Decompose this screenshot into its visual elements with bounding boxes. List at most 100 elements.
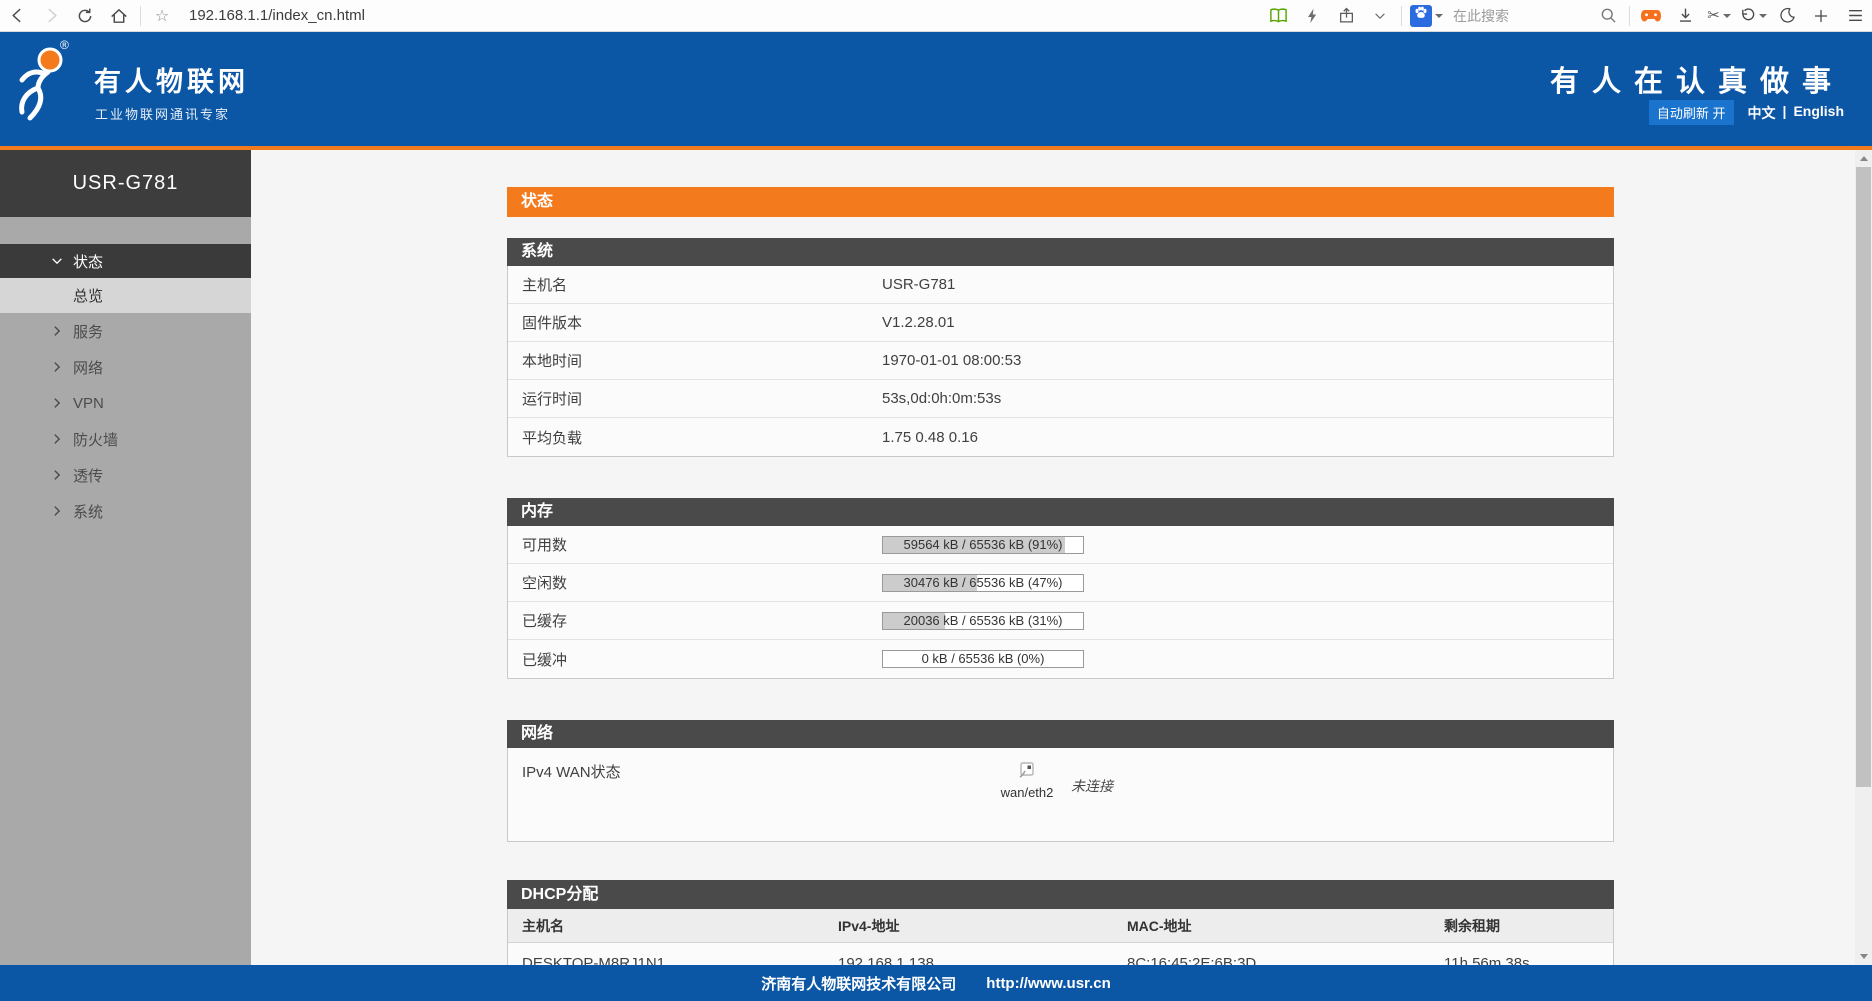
- website-link[interactable]: http://www.usr.cn: [986, 975, 1110, 992]
- section-system-header: 系统: [507, 238, 1614, 266]
- section-dhcp: DHCP分配 主机名 IPv4-地址 MAC-地址 剩余租期 DESKTOP-M…: [507, 880, 1614, 965]
- section-network: 网络 IPv4 WAN状态 wan/et: [507, 720, 1614, 842]
- favorite-star-icon: ☆: [155, 6, 169, 26]
- section-system: 系统 主机名 USR-G781 固件版本 V1.2.28.01 本地时间 197…: [507, 238, 1614, 457]
- favorite-button[interactable]: ☆: [145, 1, 179, 31]
- brand-tagline: 工业物联网通讯专家: [95, 104, 230, 123]
- hamburger-menu-icon: [1847, 8, 1864, 23]
- uptime-value: 53s,0d:0h:0m:53s: [882, 390, 1001, 407]
- chevron-down-icon: [50, 254, 64, 268]
- search-icon: [1600, 7, 1617, 24]
- dhcp-table-header: 主机名 IPv4-地址 MAC-地址 剩余租期: [508, 909, 1613, 943]
- sidebar-item-firewall[interactable]: 防火墙: [0, 421, 251, 457]
- toolbar-divider: [140, 6, 141, 26]
- search-go-button[interactable]: [1591, 1, 1625, 31]
- share-button[interactable]: [1329, 1, 1363, 31]
- lightning-icon: [1305, 8, 1319, 24]
- sidebar-item-passthrough[interactable]: 透传: [0, 457, 251, 493]
- chevron-down-icon: [1373, 9, 1387, 23]
- gamepad-icon: [1640, 7, 1662, 25]
- scrollbar-thumb[interactable]: [1856, 167, 1871, 787]
- dhcp-lease: 11h 56m 38s: [1444, 955, 1613, 965]
- triangle-down-icon: [1860, 954, 1868, 959]
- table-row: 运行时间 53s,0d:0h:0m:53s: [508, 380, 1613, 418]
- moon-icon: [1779, 7, 1796, 24]
- section-dhcp-header: DHCP分配: [507, 880, 1614, 909]
- forward-icon: [43, 7, 60, 24]
- wan-interface-name: wan/eth2: [991, 785, 1063, 800]
- game-center-button[interactable]: [1634, 1, 1668, 31]
- forward-button[interactable]: [34, 1, 68, 31]
- chevron-right-icon: [50, 468, 64, 482]
- toolbar-expand-button[interactable]: [1363, 1, 1397, 31]
- scissors-icon: ✂: [1707, 8, 1720, 23]
- undo-icon: [1739, 7, 1756, 24]
- clip-tool-button[interactable]: ✂: [1702, 1, 1736, 31]
- auto-refresh-toggle[interactable]: 自动刷新 开: [1649, 100, 1734, 125]
- memory-progress-bar: 20036 kB / 65536 kB (31%): [882, 612, 1084, 630]
- scroll-up-button[interactable]: [1855, 150, 1872, 167]
- memory-progress-bar: 59564 kB / 65536 kB (91%): [882, 536, 1084, 554]
- refresh-icon: [76, 7, 94, 25]
- flash-button[interactable]: [1295, 1, 1329, 31]
- wan-status-label: IPv4 WAN状态: [522, 761, 621, 782]
- search-input[interactable]: 在此搜索: [1443, 6, 1591, 26]
- localtime-value: 1970-01-01 08:00:53: [882, 352, 1021, 369]
- wan-status-row: IPv4 WAN状态 wan/eth2 未连接: [508, 748, 1613, 841]
- toolbar-divider: [1629, 6, 1630, 26]
- table-row: 固件版本 V1.2.28.01: [508, 304, 1613, 342]
- back-icon: [9, 7, 26, 24]
- scroll-down-button[interactable]: [1855, 948, 1872, 965]
- reading-view-button[interactable]: [1261, 1, 1295, 31]
- clip-caret-icon: [1723, 14, 1731, 18]
- header-slogan: 有人在认真做事: [1550, 58, 1844, 100]
- undo-button[interactable]: [1736, 1, 1770, 31]
- chevron-right-icon: [50, 504, 64, 518]
- lang-divider: |: [1783, 103, 1787, 123]
- usr-logo: [12, 42, 78, 136]
- dhcp-mac: 8C:16:45:2E:6B:3D: [1127, 955, 1444, 965]
- night-mode-button[interactable]: [1770, 1, 1804, 31]
- memory-progress-bar: 0 kB / 65536 kB (0%): [882, 650, 1084, 668]
- search-engine-caret-icon[interactable]: [1435, 14, 1443, 18]
- plus-icon: [1813, 8, 1829, 24]
- table-row: 空闲数 30476 kB / 65536 kB (47%): [508, 564, 1613, 602]
- section-network-header: 网络: [507, 720, 1614, 748]
- load-average-value: 1.75 0.48 0.16: [882, 429, 978, 446]
- sidebar: USR-G781 状态 总览 服务 网络 VPN 防火墙 透传: [0, 150, 251, 965]
- address-bar[interactable]: 192.168.1.1/index_cn.html: [189, 7, 365, 24]
- lang-en-link[interactable]: English: [1793, 103, 1844, 123]
- home-button[interactable]: [102, 1, 136, 31]
- section-memory-header: 内存: [507, 498, 1614, 526]
- browser-toolbar: ☆ 192.168.1.1/index_cn.html 在此搜索 ✂: [0, 0, 1872, 32]
- sidebar-item-vpn[interactable]: VPN: [0, 385, 251, 421]
- undo-caret-icon: [1759, 14, 1767, 18]
- refresh-button[interactable]: [68, 1, 102, 31]
- sidebar-item-system[interactable]: 系统: [0, 493, 251, 529]
- table-row: 本地时间 1970-01-01 08:00:53: [508, 342, 1613, 380]
- triangle-up-icon: [1860, 156, 1868, 161]
- sidebar-item-network[interactable]: 网络: [0, 349, 251, 385]
- sidebar-item-services[interactable]: 服务: [0, 313, 251, 349]
- sidebar-item-status[interactable]: 状态: [0, 244, 251, 278]
- home-icon: [110, 7, 128, 25]
- new-tab-button[interactable]: [1804, 1, 1838, 31]
- browser-menu-button[interactable]: [1838, 1, 1872, 31]
- toolbar-divider: [1401, 6, 1402, 26]
- download-button[interactable]: [1668, 1, 1702, 31]
- page-title: 状态: [507, 187, 1614, 217]
- chevron-right-icon: [50, 360, 64, 374]
- vertical-scrollbar[interactable]: [1855, 150, 1872, 965]
- share-icon: [1338, 7, 1355, 24]
- baidu-search-engine-button[interactable]: [1410, 5, 1432, 27]
- search-placeholder: 在此搜索: [1453, 6, 1509, 26]
- sidebar-item-overview[interactable]: 总览: [0, 278, 251, 313]
- hostname-value: USR-G781: [882, 276, 955, 293]
- lang-zh-link[interactable]: 中文: [1748, 103, 1776, 123]
- back-button[interactable]: [0, 1, 34, 31]
- memory-progress-bar: 30476 kB / 65536 kB (47%): [882, 574, 1084, 592]
- download-icon: [1677, 7, 1694, 24]
- device-name: USR-G781: [0, 150, 251, 217]
- wan-interface: wan/eth2: [991, 760, 1063, 800]
- table-row: DESKTOP-M8RJ1N1 192.168.1.138 8C:16:45:2…: [508, 943, 1613, 965]
